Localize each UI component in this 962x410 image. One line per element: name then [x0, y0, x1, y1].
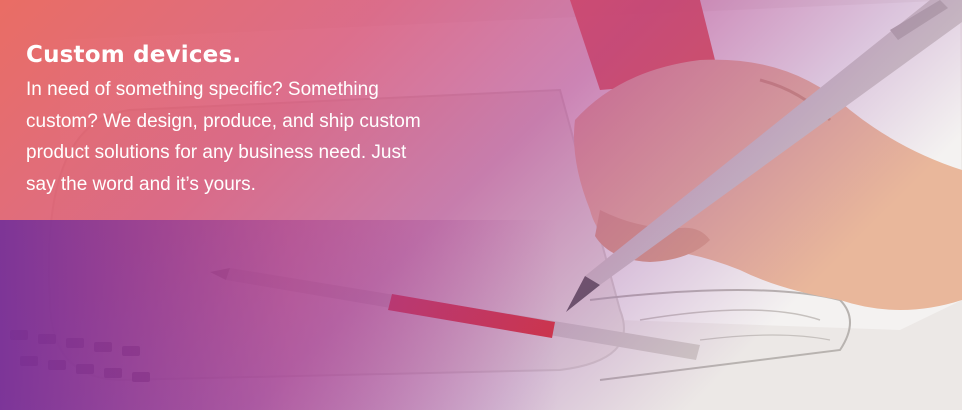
hero-copy: Custom devices. In need of something spe…	[26, 40, 446, 200]
hero-body-text: In need of something specific? Something…	[26, 79, 421, 195]
hero-heading: Custom devices.	[26, 42, 242, 68]
hero-banner: Custom devices. In need of something spe…	[0, 0, 962, 410]
